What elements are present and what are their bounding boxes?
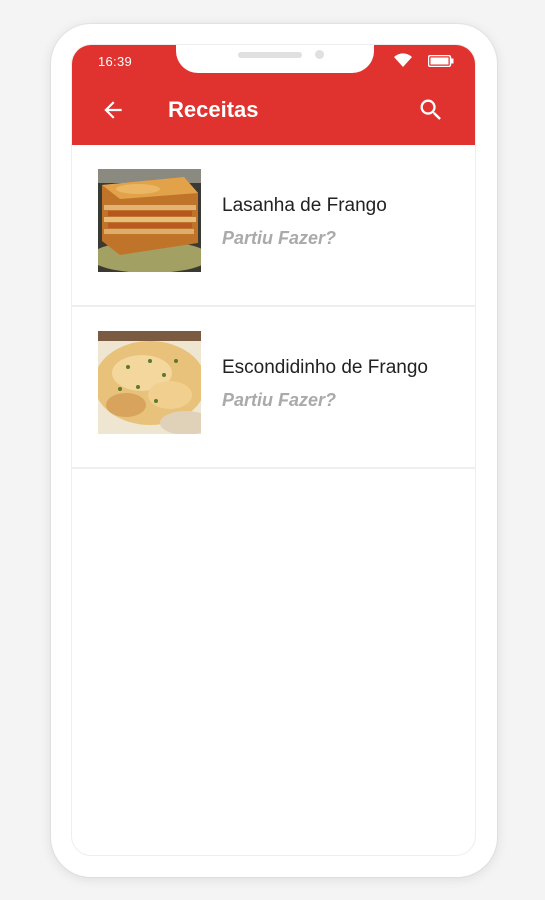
lasagna-photo [98, 169, 201, 272]
recipe-list: Lasanha de Frango Partiu Fazer? Escondid… [72, 145, 475, 469]
speaker-grille [238, 52, 302, 58]
back-button[interactable] [100, 97, 126, 123]
front-camera [315, 50, 324, 59]
phone-notch [176, 45, 374, 73]
recipe-title: Lasanha de Frango [222, 195, 387, 216]
status-time: 16:39 [98, 54, 133, 69]
recipe-item-lasanha[interactable]: Lasanha de Frango Partiu Fazer? [72, 145, 475, 307]
page-title: Receitas [168, 97, 259, 122]
recipe-subtitle: Partiu Fazer? [222, 390, 337, 410]
recipe-item-escondidinho[interactable]: Escondidinho de Frango Partiu Fazer? [72, 307, 475, 469]
app-screen: 16:39 Receitas Lasanha de Frango Partiu … [71, 44, 476, 856]
recipe-subtitle: Partiu Fazer? [222, 228, 337, 248]
search-icon[interactable] [417, 96, 445, 124]
escondidinho-photo [98, 331, 201, 434]
recipe-title: Escondidinho de Frango [222, 357, 428, 378]
wifi-icon [394, 53, 412, 67]
app-bar: 16:39 Receitas [72, 45, 475, 145]
battery-icon [428, 55, 454, 67]
